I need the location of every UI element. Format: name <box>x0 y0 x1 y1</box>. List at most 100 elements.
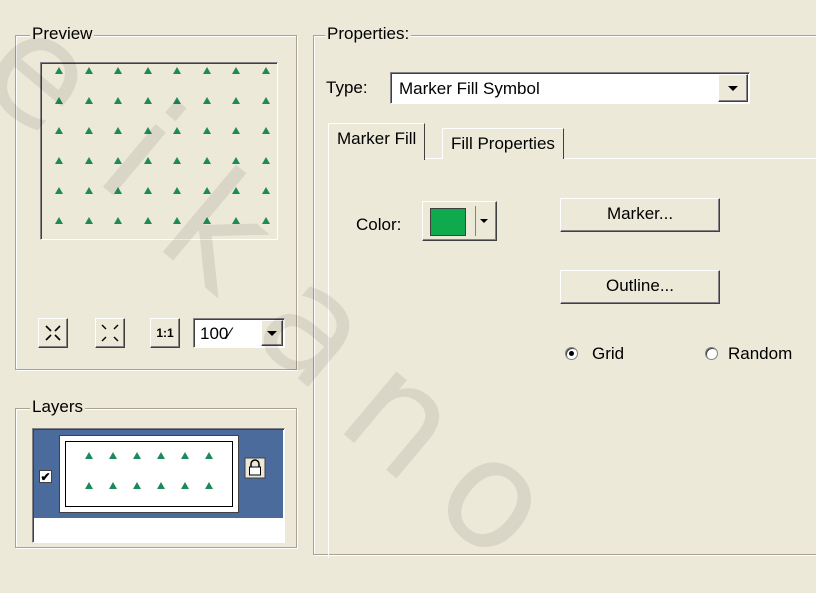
outline-button[interactable]: Outline... <box>560 270 720 304</box>
actual-size-icon: 1:1 <box>156 326 174 340</box>
marker-triangle <box>143 217 152 224</box>
marker-triangle <box>261 97 270 104</box>
random-radio[interactable] <box>705 347 718 360</box>
marker-triangle <box>157 452 165 459</box>
marker-triangle <box>232 157 240 164</box>
marker-button[interactable]: Marker... <box>560 198 720 232</box>
marker-triangle <box>85 482 93 489</box>
marker-triangle <box>261 67 270 74</box>
marker-triangle <box>202 157 211 164</box>
marker-triangle <box>85 452 93 459</box>
marker-triangle <box>173 67 181 74</box>
grid-radio-dot <box>569 351 574 356</box>
actual-size-button[interactable]: 1:1 <box>150 318 180 348</box>
marker-triangle <box>84 67 93 74</box>
zoom-out-button[interactable] <box>95 318 125 348</box>
properties-legend: Properties: <box>325 24 412 43</box>
marker-triangle <box>55 157 63 164</box>
layer-thumbnail-inner <box>65 441 233 507</box>
marker-triangle <box>55 97 63 104</box>
marker-triangle <box>133 452 141 459</box>
marker-triangle <box>84 127 93 134</box>
layer-checkbox[interactable]: ✔ <box>39 470 52 483</box>
marker-triangle <box>232 127 240 134</box>
marker-triangle <box>202 127 211 134</box>
tab-marker-fill-label: Marker Fill <box>337 129 417 148</box>
marker-triangle <box>173 187 181 194</box>
chevron-down-icon <box>728 86 738 91</box>
lock-icon[interactable] <box>244 457 266 479</box>
marker-triangle <box>55 127 63 134</box>
marker-triangle <box>114 157 122 164</box>
marker-triangle <box>202 217 211 224</box>
marker-triangle <box>114 67 122 74</box>
marker-triangle <box>232 187 240 194</box>
marker-triangle <box>261 157 270 164</box>
layer-row-selected[interactable]: ✔ <box>34 430 283 518</box>
marker-triangle <box>157 482 165 489</box>
marker-triangle <box>109 482 117 489</box>
tab-fill-properties-label: Fill Properties <box>451 134 555 153</box>
marker-triangle <box>205 452 213 459</box>
marker-triangle <box>109 452 117 459</box>
grid-radio[interactable] <box>565 347 578 360</box>
color-swatch <box>430 208 466 236</box>
marker-triangle <box>181 482 189 489</box>
chevron-down-icon <box>267 331 277 336</box>
chevron-down-icon <box>480 219 488 223</box>
marker-triangle <box>114 127 122 134</box>
marker-triangle <box>55 187 63 194</box>
zoom-value: 100⁄ <box>200 324 232 343</box>
tab-fill-properties[interactable]: Fill Properties <box>442 128 564 159</box>
layers-list: ✔ <box>32 428 285 543</box>
layer-thumbnail <box>59 435 239 513</box>
marker-triangle <box>202 187 211 194</box>
marker-triangle <box>261 187 270 194</box>
marker-triangle <box>202 97 211 104</box>
marker-triangle <box>114 97 122 104</box>
marker-triangle <box>143 157 152 164</box>
marker-triangle <box>173 127 181 134</box>
marker-triangle <box>261 217 270 224</box>
type-value: Marker Fill Symbol <box>399 79 540 98</box>
grid-radio-label: Grid <box>592 344 625 363</box>
marker-triangle <box>202 67 211 74</box>
marker-triangle <box>55 67 63 74</box>
marker-triangle <box>232 97 240 104</box>
tab-marker-fill[interactable]: Marker Fill <box>328 123 426 160</box>
marker-triangle <box>232 67 240 74</box>
marker-triangle <box>181 452 189 459</box>
marker-triangle <box>173 97 181 104</box>
preview-legend: Preview <box>30 24 95 43</box>
zoom-out-icon <box>101 324 119 342</box>
marker-triangle <box>55 217 63 224</box>
marker-triangle <box>173 157 181 164</box>
zoom-in-icon <box>45 325 61 341</box>
marker-triangle <box>84 97 93 104</box>
type-label: Type: <box>326 78 368 97</box>
check-icon: ✔ <box>40 470 51 484</box>
marker-triangle <box>143 97 152 104</box>
marker-triangle <box>143 67 152 74</box>
zoom-dropdown-button[interactable] <box>261 320 283 346</box>
marker-triangle <box>84 157 93 164</box>
marker-triangle <box>173 217 181 224</box>
marker-triangle <box>84 187 93 194</box>
color-label: Color: <box>356 215 402 234</box>
marker-triangle <box>143 187 152 194</box>
zoom-in-button[interactable] <box>38 318 68 348</box>
marker-triangle <box>133 482 141 489</box>
marker-triangle <box>205 482 213 489</box>
zoom-combobox[interactable]: 100⁄ <box>193 318 285 348</box>
type-dropdown-button[interactable] <box>718 74 748 102</box>
color-picker-button[interactable] <box>422 201 497 241</box>
marker-triangle <box>114 217 122 224</box>
marker-triangle <box>114 187 122 194</box>
marker-triangle <box>261 127 270 134</box>
marker-triangle <box>143 127 152 134</box>
preview-canvas <box>40 62 278 240</box>
type-combobox[interactable]: Marker Fill Symbol <box>390 72 750 104</box>
marker-triangle <box>232 217 240 224</box>
layers-legend: Layers <box>30 397 86 416</box>
random-radio-label: Random <box>728 344 793 363</box>
